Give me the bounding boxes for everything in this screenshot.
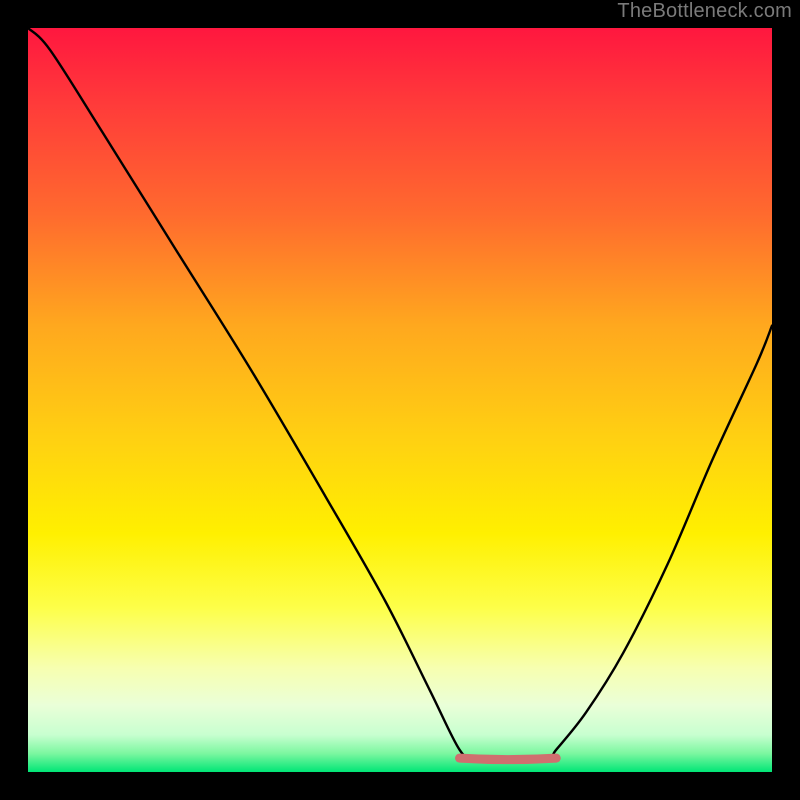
curve-trough-highlight [460,758,557,760]
watermark-text: TheBottleneck.com [617,0,792,23]
curve-main [28,28,772,761]
bottleneck-curve [28,28,772,772]
plot-area [28,28,772,772]
chart-frame: TheBottleneck.com [0,0,800,800]
